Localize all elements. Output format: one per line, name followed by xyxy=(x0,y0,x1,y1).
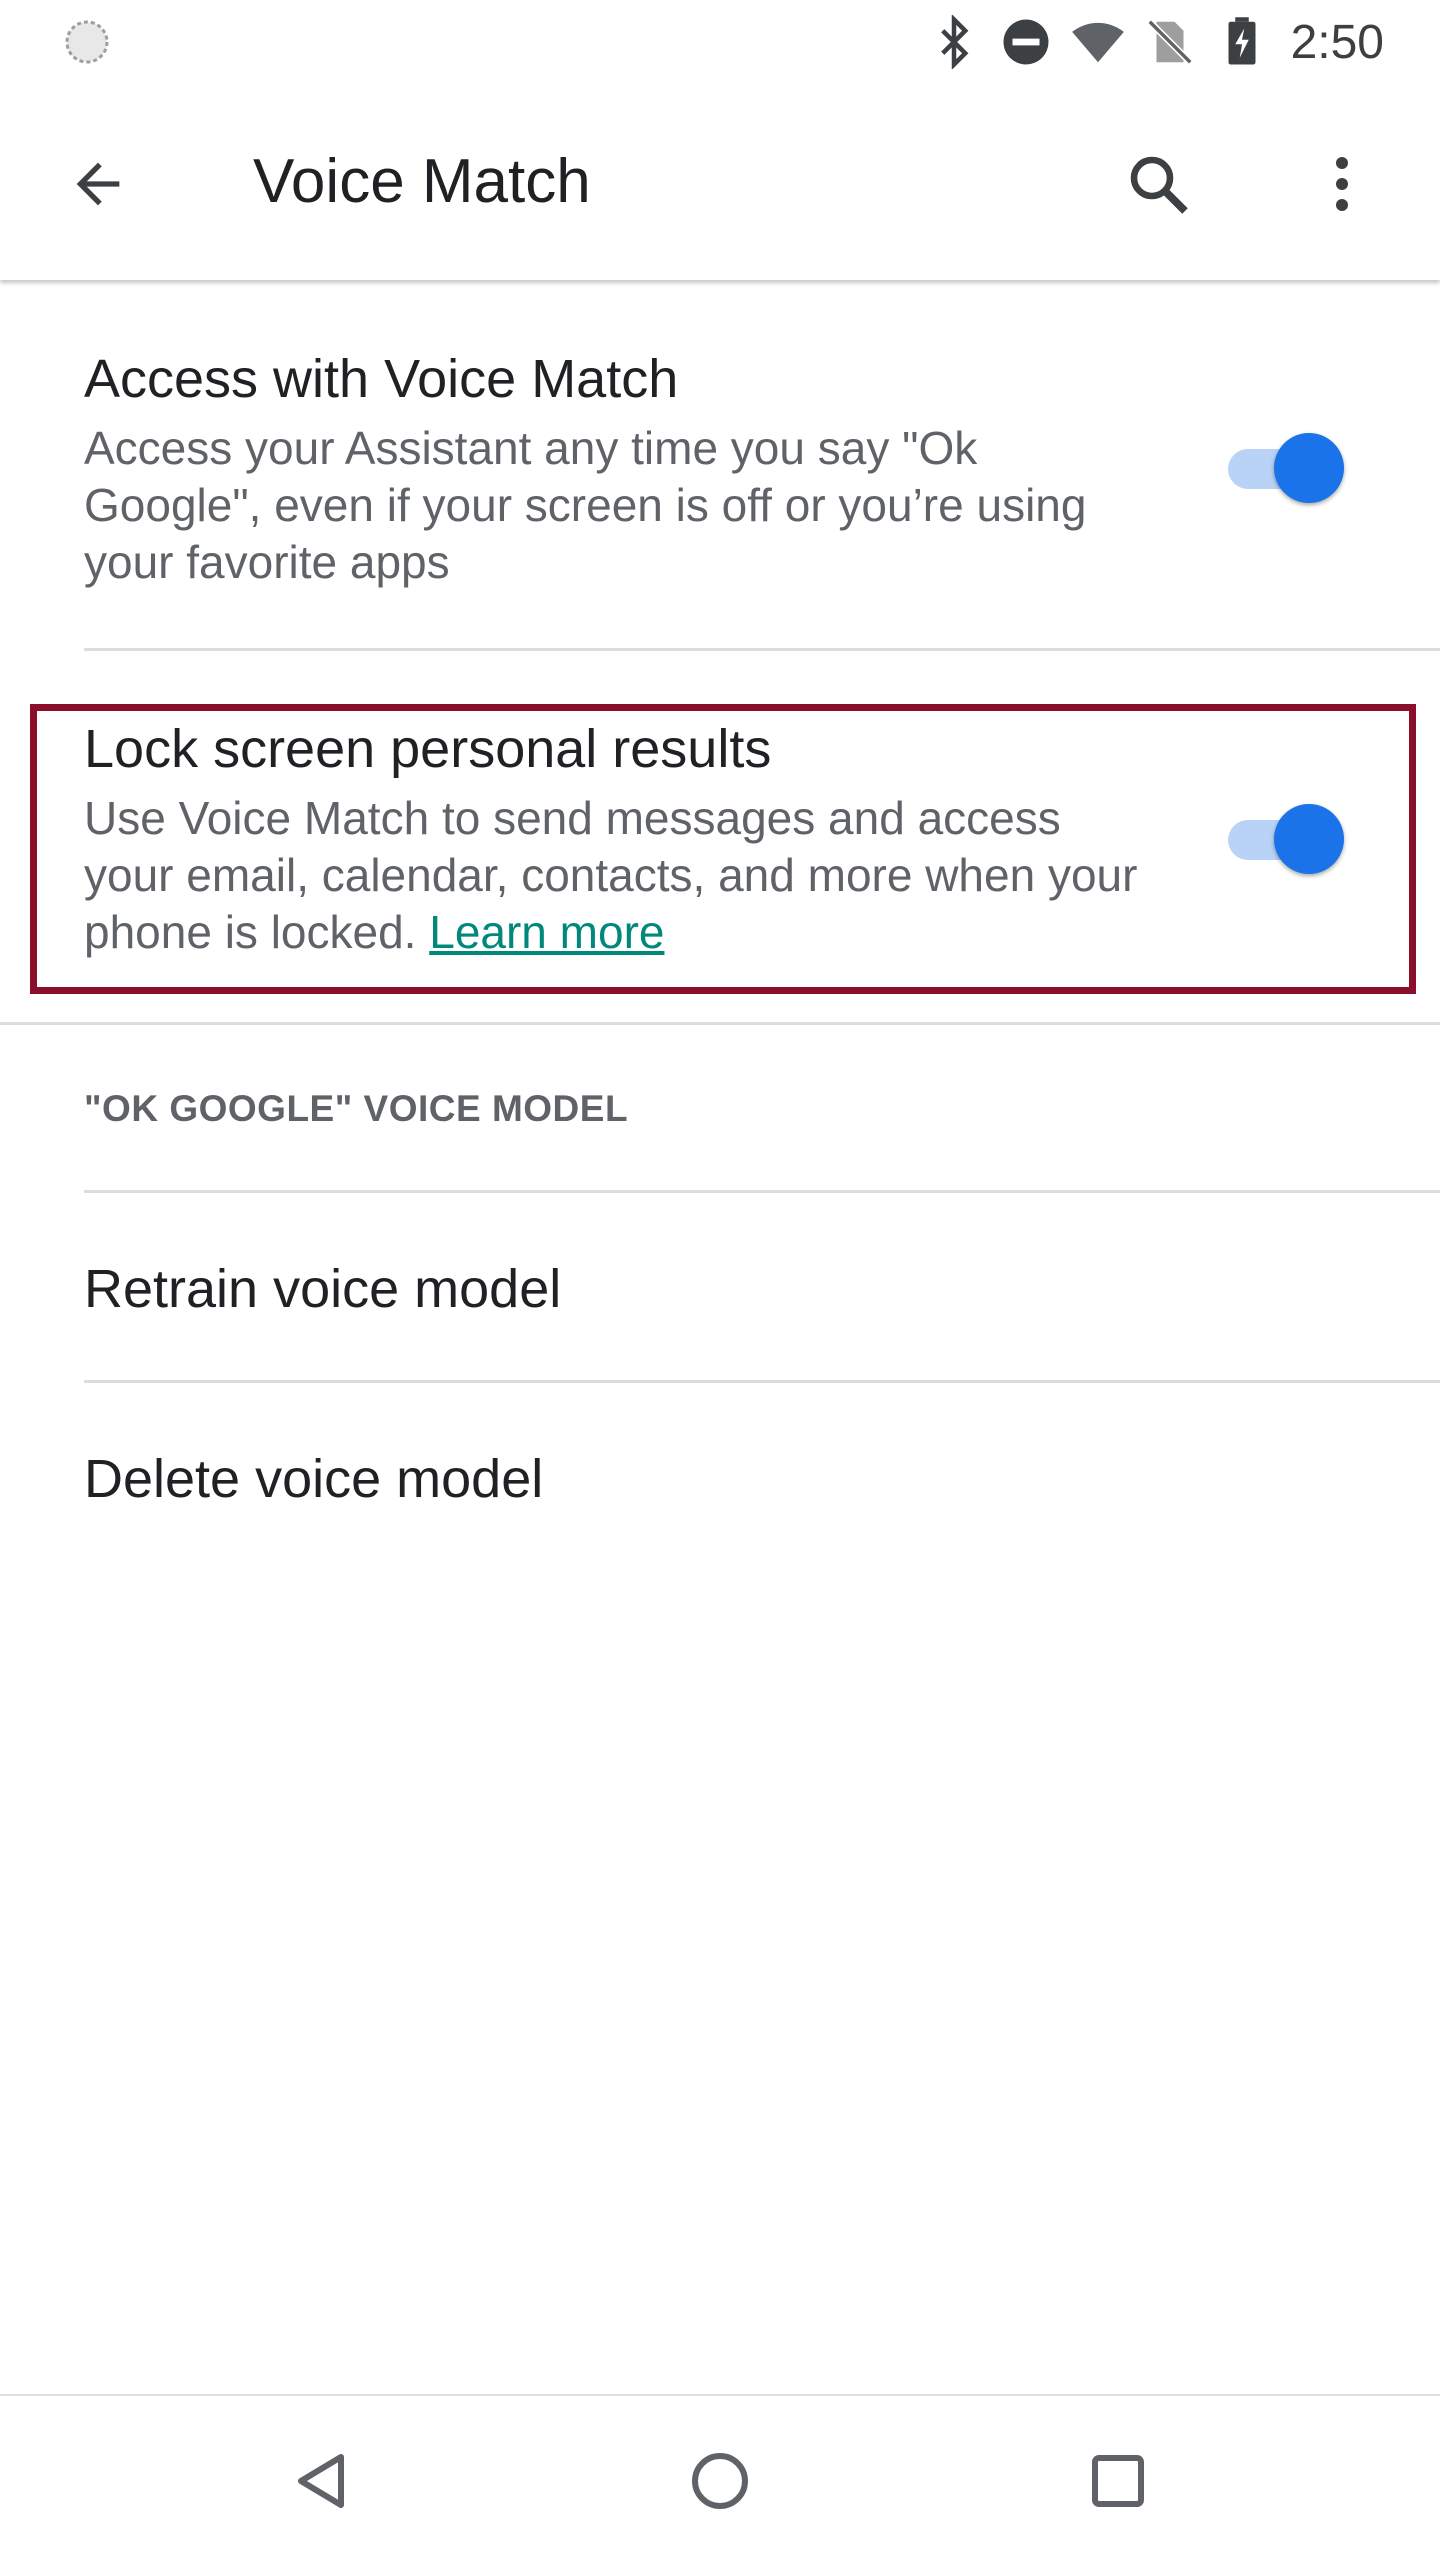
nav-back-button[interactable] xyxy=(276,2436,366,2526)
no-sim-icon xyxy=(1146,19,1193,65)
highlight-box xyxy=(30,704,1416,994)
nav-home-button[interactable] xyxy=(675,2436,765,2526)
battery-charging-icon xyxy=(1228,17,1256,65)
more-vert-icon xyxy=(1336,157,1348,211)
bluetooth-icon xyxy=(940,15,969,69)
status-icons: 2:50 xyxy=(909,0,1384,84)
divider xyxy=(84,648,1440,651)
sync-icon xyxy=(65,20,109,64)
nav-recents-icon xyxy=(1092,2455,1144,2507)
more-options-button[interactable] xyxy=(1302,144,1382,224)
divider xyxy=(84,1380,1440,1383)
wifi-icon xyxy=(1071,22,1124,63)
setting-title: Access with Voice Match xyxy=(84,349,679,409)
back-button[interactable] xyxy=(58,144,138,224)
search-button[interactable] xyxy=(1118,144,1198,224)
navigation-bar xyxy=(0,2394,1440,2560)
retrain-voice-model-item[interactable]: Retrain voice model xyxy=(84,1258,561,1320)
status-bar: 2:50 xyxy=(0,0,1440,84)
app-bar: Voice Match xyxy=(0,84,1440,280)
access-voice-match-toggle[interactable] xyxy=(1222,427,1344,507)
divider xyxy=(84,1190,1440,1193)
clock: 2:50 xyxy=(1290,15,1384,69)
page-title: Voice Match xyxy=(253,147,591,216)
section-header: "OK GOOGLE" VOICE MODEL xyxy=(84,1088,629,1129)
do-not-disturb-icon xyxy=(1003,19,1049,65)
divider xyxy=(0,1022,1440,1025)
delete-voice-model-item[interactable]: Delete voice model xyxy=(84,1448,543,1510)
nav-home-icon xyxy=(692,2453,748,2509)
back-arrow-icon xyxy=(76,162,120,206)
setting-summary: Access your Assistant any time you say "… xyxy=(84,422,1087,588)
search-icon xyxy=(1130,156,1188,214)
setting-access-with-voice-match[interactable]: Access with Voice Match Access your Assi… xyxy=(0,280,1440,650)
toggle-thumb xyxy=(1274,433,1344,503)
nav-recents-button[interactable] xyxy=(1073,2436,1163,2526)
nav-back-icon xyxy=(298,2454,344,2508)
